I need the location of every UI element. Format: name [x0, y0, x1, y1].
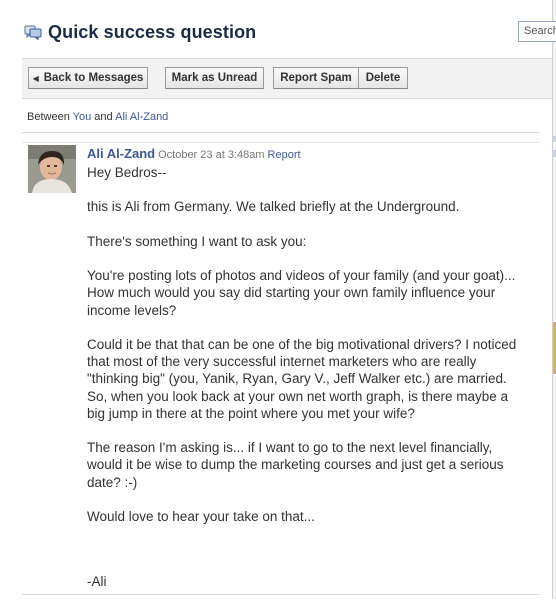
divider [22, 594, 540, 595]
avatar-photo [28, 145, 76, 193]
left-triangle-icon: ◀ [32, 73, 39, 83]
back-to-messages-label: Back to Messages [43, 72, 144, 84]
message-toolbar: ◀ Back to Messages Mark as Unread Report… [22, 58, 552, 99]
message-icon [24, 25, 42, 40]
back-to-messages-button[interactable]: ◀ Back to Messages [28, 67, 148, 89]
divider [22, 132, 540, 133]
page-header: Quick success question [24, 20, 256, 44]
participant-you-link[interactable]: You [73, 111, 92, 123]
avatar[interactable] [28, 145, 76, 193]
page-title: Quick success question [48, 21, 257, 42]
participants-line: Between You and Ali Al-Zand [27, 111, 168, 123]
message-paragraph: You're posting lots of photos and videos… [87, 268, 516, 318]
mark-as-unread-button[interactable]: Mark as Unread [165, 67, 264, 89]
message-paragraph: Could it be that that can be one of the … [87, 336, 517, 421]
participants-and: and [94, 111, 113, 123]
right-divider [552, 0, 553, 599]
report-link[interactable]: Report [268, 149, 301, 161]
message-page: Quick success question Search ◀ Back to … [0, 0, 556, 599]
message-paragraph: Hey Bedros-- [87, 165, 167, 180]
message-paragraph: this is Ali from Germany. We talked brie… [87, 199, 460, 215]
message-signature: -Ali [87, 574, 107, 590]
sender-name-link[interactable]: Ali Al-Zand [87, 146, 155, 161]
message-paragraph: There's something I want to ask you: [87, 233, 307, 249]
message-body: Hey Bedros-- this is Ali from Germany. W… [87, 164, 527, 608]
participants-prefix: Between [27, 111, 70, 123]
message-paragraph: Would love to hear your take on that... [87, 508, 315, 524]
participant-other-link[interactable]: Ali Al-Zand [115, 111, 168, 123]
divider [22, 142, 540, 143]
delete-button[interactable]: Delete [358, 67, 408, 89]
message-timestamp: October 23 at 3:48am [158, 149, 265, 161]
message-paragraph: The reason I'm asking is... if I want to… [87, 440, 504, 490]
message-header: Ali Al-Zand October 23 at 3:48am Report [87, 146, 301, 161]
report-spam-button[interactable]: Report Spam [273, 67, 359, 89]
search-input[interactable]: Search [518, 21, 556, 42]
